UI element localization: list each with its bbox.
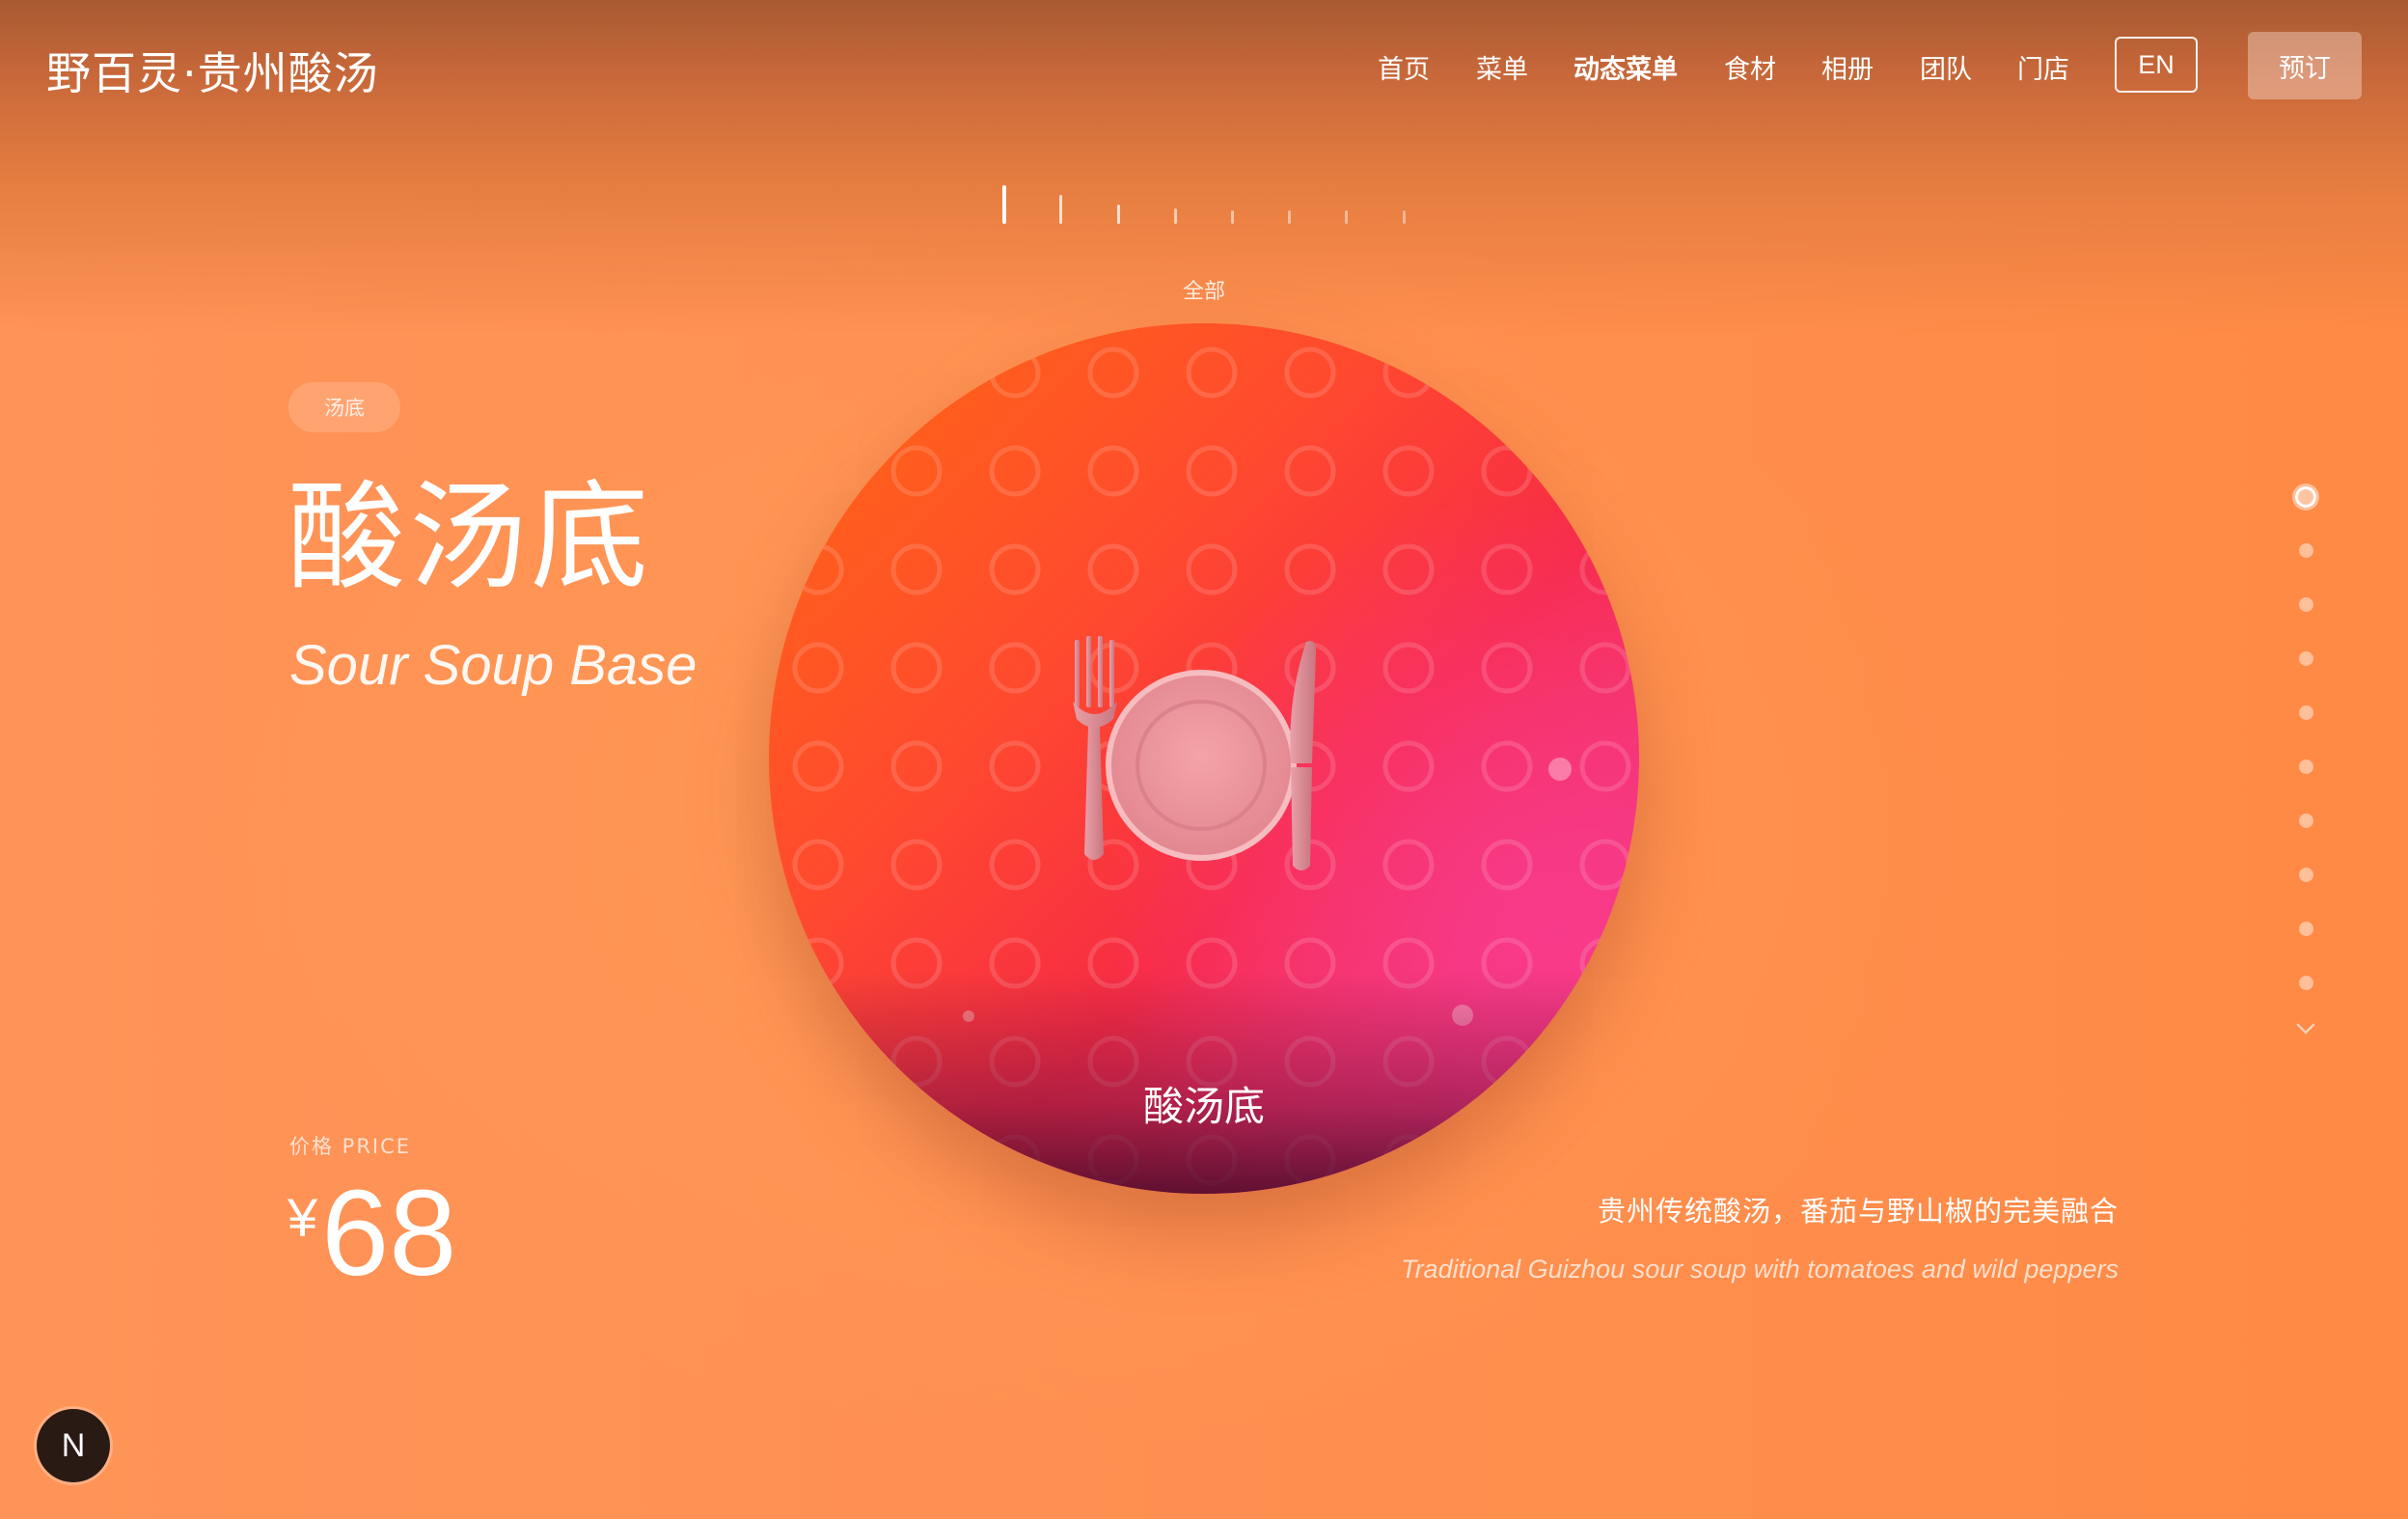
category-tick[interactable] xyxy=(1117,205,1120,224)
dish-category-tag: 汤底 xyxy=(288,382,400,432)
nav-item-stores[interactable]: 门店 xyxy=(2017,48,2069,86)
price-display: ¥ 68 xyxy=(287,1173,456,1294)
pager-dot[interactable] xyxy=(2299,597,2313,612)
category-tick[interactable] xyxy=(1231,210,1234,224)
category-label: 全部 xyxy=(1182,280,1225,304)
dish-disc[interactable]: 酸汤底 xyxy=(769,323,1639,1194)
category-tick[interactable] xyxy=(1059,195,1062,224)
nav-item-menu[interactable]: 菜单 xyxy=(1476,48,1528,86)
nav-item-dynamic-menu[interactable]: 动态菜单 xyxy=(1573,48,1678,86)
dish-title-en: Sour Soup Base xyxy=(289,634,698,697)
framework-badge[interactable]: N xyxy=(37,1409,110,1482)
brand-logo-text[interactable]: 野百灵·贵州酸汤 xyxy=(46,39,379,102)
decorative-bubble xyxy=(1548,758,1572,781)
category-tick[interactable] xyxy=(1345,210,1348,224)
fork-knife-plate-icon xyxy=(1073,636,1316,870)
top-navigation-bar: 野百灵·贵州酸汤 首页 菜单 动态菜单 食材 相册 团队 门店 EN 预订 xyxy=(0,0,2408,130)
chevron-down-icon[interactable] xyxy=(2285,1015,2327,1044)
category-tick-selector xyxy=(994,185,1418,224)
dish-description-en: Traditional Guizhou sour soup with tomat… xyxy=(1401,1255,2119,1284)
currency-symbol: ¥ xyxy=(287,1187,318,1248)
pager-dot[interactable] xyxy=(2299,760,2313,774)
category-tick[interactable] xyxy=(1403,210,1406,224)
price-amount: 68 xyxy=(321,1165,457,1301)
pager-dot[interactable] xyxy=(2299,868,2313,882)
category-tick[interactable] xyxy=(1174,208,1177,224)
dish-pager xyxy=(2283,483,2331,1042)
category-tick-active[interactable] xyxy=(1002,185,1006,224)
dish-description-zh: 贵州传统酸汤，番茄与野山椒的完美融合 xyxy=(1597,1195,2119,1228)
price-label: 价格 PRICE xyxy=(289,1135,412,1158)
nav-item-ingredients[interactable]: 食材 xyxy=(1724,48,1776,86)
pager-dot[interactable] xyxy=(2299,976,2313,990)
pager-dot[interactable] xyxy=(2299,543,2313,558)
category-tick[interactable] xyxy=(1288,210,1291,224)
dish-title-zh: 酸汤底 xyxy=(287,469,652,606)
pager-dot[interactable] xyxy=(2299,705,2313,720)
disc-dish-name: 酸汤底 xyxy=(1142,1083,1265,1130)
pager-dot[interactable] xyxy=(2299,814,2313,828)
pager-dot-active[interactable] xyxy=(2295,486,2316,508)
book-button[interactable]: 预订 xyxy=(2248,32,2362,99)
language-toggle-button[interactable]: EN xyxy=(2115,37,2198,93)
nav-item-team[interactable]: 团队 xyxy=(1920,48,1972,86)
pager-dot[interactable] xyxy=(2299,651,2313,666)
pager-dot[interactable] xyxy=(2299,922,2313,936)
nav-item-gallery[interactable]: 相册 xyxy=(1821,48,1874,86)
nav-item-home[interactable]: 首页 xyxy=(1378,48,1430,86)
